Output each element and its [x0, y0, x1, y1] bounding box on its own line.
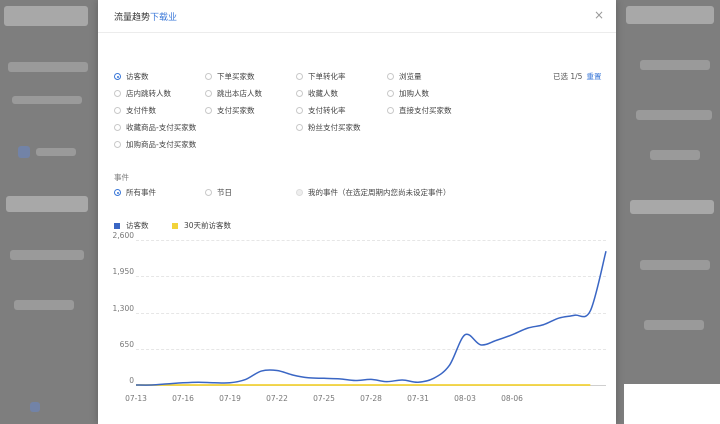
background-block: [4, 6, 88, 26]
background-panel: [624, 384, 720, 424]
background-block: [14, 300, 74, 310]
traffic-trend-modal: 流量趋势下载业 × 访客数 下单买家数 下单转化率 浏览量 已选 1/5 重置 店…: [98, 0, 616, 424]
series-line-visitors: [135, 250, 607, 386]
background-block: [18, 146, 30, 158]
background-block: [644, 320, 704, 330]
line-chart: [135, 250, 607, 386]
background-block: [12, 96, 82, 104]
background-block: [640, 260, 710, 270]
background-block: [650, 150, 700, 160]
background-block: [36, 148, 76, 156]
background-block: [8, 62, 88, 72]
background-block: [626, 6, 714, 24]
background-block: [630, 200, 714, 214]
background-block: [636, 110, 712, 120]
background-block: [6, 196, 88, 212]
background-block: [10, 250, 84, 260]
background-block: [640, 60, 710, 70]
background-block: [30, 402, 40, 412]
